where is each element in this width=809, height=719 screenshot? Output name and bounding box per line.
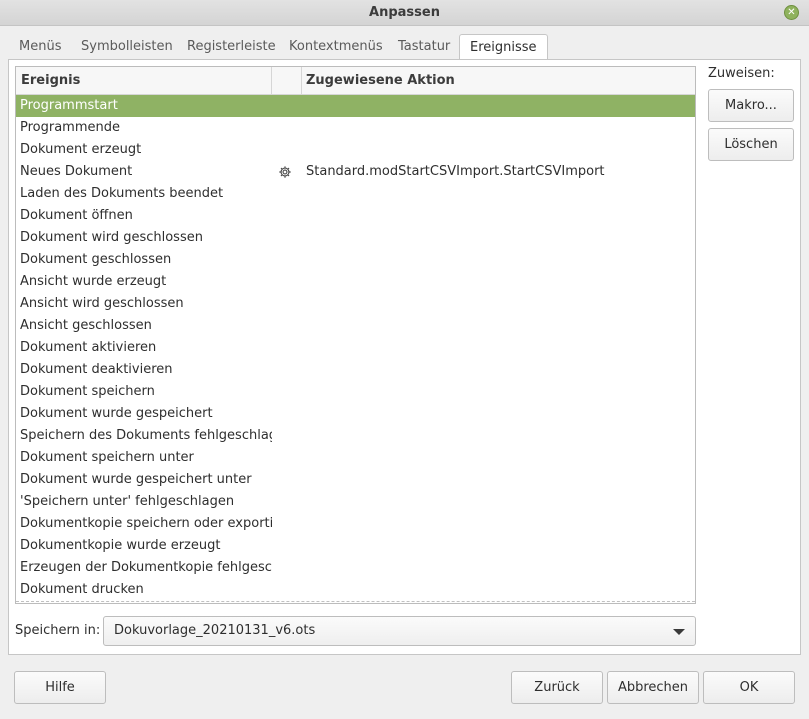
list-rows: Programmstart Programmende Dokument erzeug… [16, 95, 695, 601]
list-item[interactable]: Speichern des Dokuments fehlgeschlagen [16, 425, 695, 447]
event-name: Ansicht wurde erzeugt [20, 274, 167, 289]
event-name: Dokument aktivieren [20, 340, 157, 355]
ok-button[interactable]: OK [703, 671, 795, 704]
list-item[interactable]: Erzeugen der Dokumentkopie fehlgeschlage… [16, 557, 695, 579]
column-header-action[interactable]: Zugewiesene Aktion [302, 67, 455, 94]
list-item[interactable]: Ansicht geschlossen [16, 315, 695, 337]
list-item[interactable]: Ansicht wurde erzeugt [16, 271, 695, 293]
chevron-down-icon [673, 629, 685, 635]
event-name: 'Speichern unter' fehlgeschlagen [20, 494, 235, 509]
list-item[interactable]: Dokument wurde gespeichert [16, 403, 695, 425]
save-in-label: Speichern in: [15, 623, 101, 638]
tab-notebookbar[interactable]: Registerleiste [187, 34, 276, 60]
macro-button[interactable]: Makro... [708, 89, 794, 122]
list-item[interactable]: 'Speichern unter' fehlgeschlagen [16, 491, 695, 513]
window-title: Anpassen [369, 5, 440, 20]
event-name: Speichern des Dokuments fehlgeschlagen [20, 428, 272, 443]
event-name: Dokument drucken [20, 582, 144, 597]
event-name: Laden des Dokuments beendet [20, 186, 224, 201]
list-item[interactable]: Dokumentkopie speichern oder exportieren [16, 513, 695, 535]
events-list[interactable]: Ereignis Zugewiesene Aktion Programmstar… [15, 66, 696, 604]
gear-icon [278, 165, 292, 179]
tab-events[interactable]: Ereignisse [459, 34, 548, 61]
event-name: Dokument geschlossen [20, 252, 172, 267]
event-name: Dokument wurde gespeichert unter [20, 472, 252, 487]
list-item[interactable]: Dokument geschlossen [16, 249, 695, 271]
cancel-button[interactable]: Abbrechen [607, 671, 699, 704]
assign-label: Zuweisen: [708, 66, 775, 81]
event-name: Dokumentkopie wurde erzeugt [20, 538, 221, 553]
close-button[interactable]: ✕ [784, 5, 799, 20]
event-name: Dokument speichern unter [20, 450, 194, 465]
list-item[interactable]: Dokument deaktivieren [16, 359, 695, 381]
event-name: Dokument öffnen [20, 208, 133, 223]
list-header: Ereignis Zugewiesene Aktion [16, 67, 695, 95]
save-in-value: Dokuvorlage_20210131_v6.ots [114, 623, 316, 638]
list-item[interactable]: Dokument aktivieren [16, 337, 695, 359]
event-name: Dokument wurde gespeichert [20, 406, 213, 421]
event-name: Ansicht wird geschlossen [20, 296, 184, 311]
event-name: Neues Dokument [20, 164, 133, 179]
help-button[interactable]: Hilfe [14, 671, 106, 704]
list-item[interactable]: Dokument öffnen [16, 205, 695, 227]
save-in-dropdown[interactable]: Dokuvorlage_20210131_v6.ots [103, 616, 696, 646]
back-button[interactable]: Zurück [511, 671, 603, 704]
event-name: Dokument wird geschlossen [20, 230, 203, 245]
assigned-action: Standard.modStartCSVImport.StartCSVImpor… [306, 164, 605, 179]
list-item[interactable]: Dokumentkopie wurde erzeugt [16, 535, 695, 557]
column-header-event[interactable]: Ereignis [16, 67, 272, 94]
event-name: Dokumentkopie speichern oder exportieren [20, 516, 272, 531]
column-header-icon[interactable] [272, 67, 302, 94]
list-item[interactable]: Dokument erzeugt [16, 139, 695, 161]
list-item[interactable]: Laden des Dokuments beendet [16, 183, 695, 205]
tab-menus[interactable]: Menüs [19, 34, 61, 60]
tab-toolbars[interactable]: Symbolleisten [81, 34, 173, 60]
close-icon: ✕ [787, 7, 796, 18]
list-item[interactable]: Neues Dokument Standard.modStartCSVImport… [16, 161, 695, 183]
list-item[interactable]: Programmende [16, 117, 695, 139]
list-item[interactable]: Dokument wird geschlossen [16, 227, 695, 249]
event-name: Programmende [20, 120, 121, 135]
title-bar: Anpassen ✕ [0, 0, 809, 26]
tab-keyboard[interactable]: Tastatur [398, 34, 450, 60]
tab-context-menus[interactable]: Kontextmenüs [289, 34, 383, 60]
list-item[interactable]: Dokument speichern [16, 381, 695, 403]
event-name: Ansicht geschlossen [20, 318, 152, 333]
event-name: Programmstart [20, 98, 118, 113]
event-name: Dokument speichern [20, 384, 155, 399]
list-item[interactable]: Dokument drucken [16, 579, 695, 601]
event-name: Dokument erzeugt [20, 142, 142, 157]
list-bottom-edge [16, 601, 695, 602]
event-name: Dokument deaktivieren [20, 362, 173, 377]
list-item[interactable]: Ansicht wird geschlossen [16, 293, 695, 315]
delete-button[interactable]: Löschen [708, 128, 794, 161]
list-item[interactable]: Dokument speichern unter [16, 447, 695, 469]
list-item[interactable]: Dokument wurde gespeichert unter [16, 469, 695, 491]
event-name: Erzeugen der Dokumentkopie fehlgeschlage… [20, 560, 272, 575]
list-item[interactable]: Programmstart [16, 95, 695, 117]
